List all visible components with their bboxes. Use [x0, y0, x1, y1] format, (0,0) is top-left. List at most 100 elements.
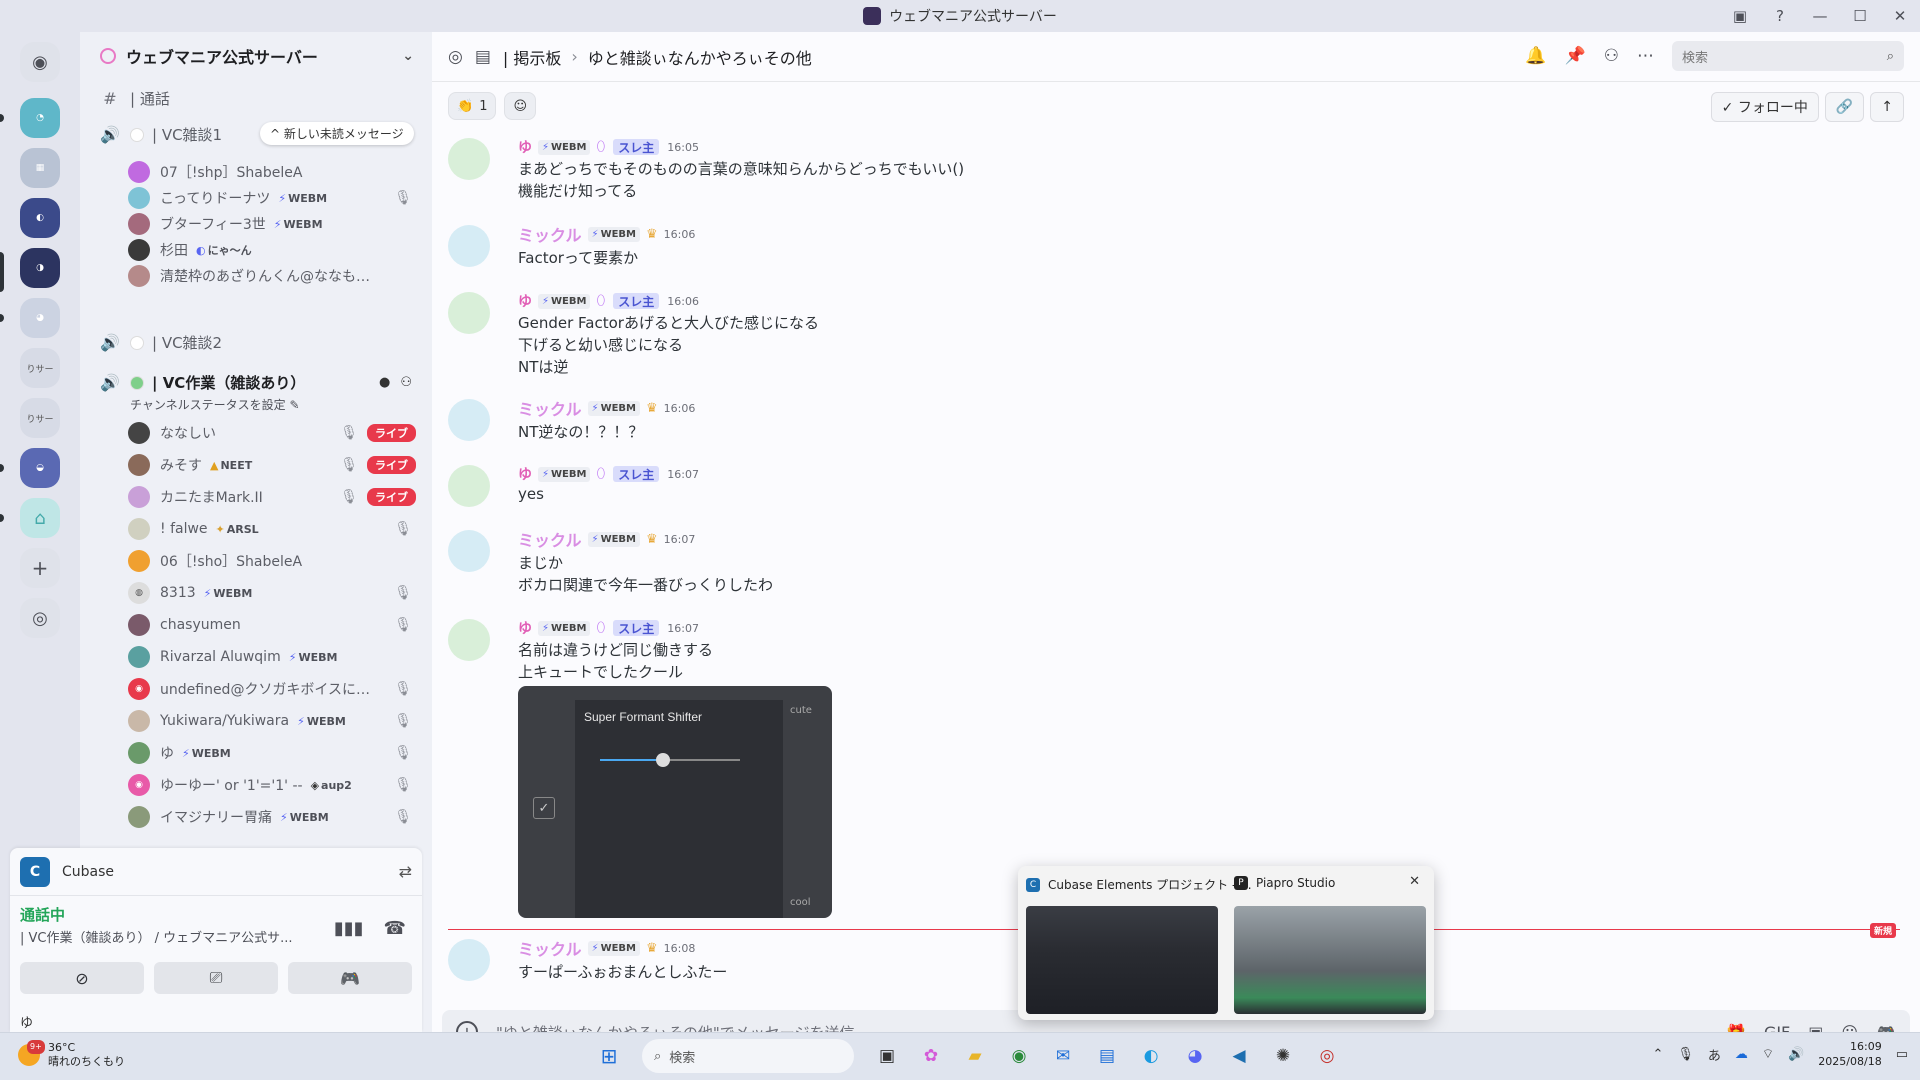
notification-icon[interactable]: ▭	[1896, 1047, 1908, 1062]
search-input[interactable]: 検索 ⌕	[1672, 41, 1904, 71]
voice-member[interactable]: ◍ 8313 ⚡ WEBM 🎙	[128, 580, 416, 606]
add-server-icon[interactable]: +	[20, 548, 60, 588]
voice-member[interactable]: イマジナリー胃痛 ⚡ WEBM 🎙	[128, 804, 416, 830]
voice-panel: C Cubase ⇄ 通話中 | VC作業（雑談あり） / ウェブマニア公式サ.…	[10, 848, 422, 1032]
channel-status[interactable]: チャンネルステータスを設定 ✎	[130, 396, 300, 413]
channel-partial[interactable]: # | 通話	[100, 88, 412, 109]
server-icon-5[interactable]: ◕	[20, 298, 60, 338]
voice-member[interactable]: ! falwe ✦ ARSL 🎙	[128, 516, 416, 542]
add-reaction-icon[interactable]: ☺	[504, 92, 537, 120]
discord-home-icon[interactable]: ◉	[20, 42, 60, 82]
noise-suppression-icon[interactable]: ▮▮▮	[334, 918, 364, 939]
channel-vc1[interactable]: 🔊 | VC雑談1	[100, 124, 412, 145]
disconnect-icon[interactable]: ☎	[384, 918, 406, 939]
voice-member[interactable]: 杉田 ◐ にゃ〜ん	[128, 237, 416, 263]
server-icon-3[interactable]: ◐	[20, 198, 60, 238]
bell-icon[interactable]: 🔔	[1525, 46, 1546, 66]
jump-up-icon[interactable]: ↑	[1870, 92, 1904, 122]
thumbnail-cubase[interactable]: C Cubase Elements プロジェクト - ...	[1018, 866, 1252, 1020]
thread-title: ゆと雑談ぃなんかやろぃその他	[587, 48, 812, 68]
channel-vc2[interactable]: 🔊 | VC雑談2	[100, 332, 412, 353]
close-button[interactable]: ✕	[1880, 0, 1920, 32]
windows-start-icon[interactable]: ⊞	[592, 1039, 626, 1073]
voice-member[interactable]: ◉ ゆーゆー' or '1'='1' -- ◈ aup2 🎙	[128, 772, 416, 798]
wifi-icon[interactable]: ⌔	[1762, 1046, 1774, 1062]
voice-member[interactable]: ◉ undefined@クソガキボイスになっ... 🎙	[128, 676, 416, 702]
mail-icon[interactable]: ✉	[1046, 1039, 1080, 1073]
weather-widget[interactable]: 9+ 36°C 晴れのちくもり	[18, 1040, 125, 1069]
switch-icon[interactable]: ⇄	[399, 862, 412, 881]
pin-icon[interactable]: 📌	[1565, 46, 1586, 66]
file-explorer-icon[interactable]: ▰	[958, 1039, 992, 1073]
camera-off-button[interactable]: ⊘	[20, 962, 144, 994]
members-icon[interactable]: ⚇	[1604, 46, 1619, 66]
following-button[interactable]: ✓ フォロー中	[1710, 92, 1819, 122]
voice-member[interactable]: ブターフィー3世 ⚡ WEBM	[128, 211, 416, 237]
voice-member[interactable]: 06［!sho］ShabeleA	[128, 548, 416, 574]
role-tag: ⚡ WEBM	[278, 191, 328, 205]
voice-member[interactable]: ゆ ⚡ WEBM 🎙	[128, 740, 416, 766]
add-member-icon[interactable]: ⚇	[400, 375, 412, 390]
voice-member[interactable]: みそす ▲ NEET 🎙 ライブ	[128, 452, 416, 478]
copilot-icon[interactable]: ✿	[914, 1039, 948, 1073]
channel-vc3[interactable]: 🔊 | VC作業（雑談あり） ● ⚇	[100, 372, 412, 393]
server-icon-7[interactable]: りサー	[20, 398, 60, 438]
mic-icon[interactable]: 🎙	[1677, 1047, 1694, 1062]
store-icon[interactable]: ▤	[1090, 1039, 1124, 1073]
voice-member[interactable]: Yukiwara/Yukiwara ⚡ WEBM 🎙	[128, 708, 416, 734]
discover-icon[interactable]: ◎	[20, 598, 60, 638]
activity-button[interactable]: 🎮	[288, 962, 412, 994]
server-icon-2[interactable]: ▦	[20, 148, 60, 188]
server-icon-6[interactable]: りサー	[20, 348, 60, 388]
more-icon[interactable]: ⋯	[1637, 46, 1654, 66]
chevron-down-icon[interactable]: ⌄	[402, 48, 414, 64]
chevron-up-icon[interactable]: ⌃	[1652, 1047, 1663, 1062]
server-boost-icon	[100, 48, 116, 64]
image-attachment[interactable]: Super Formant Shifter cute cool ✓	[518, 686, 832, 918]
chat-bubble-icon[interactable]: ●	[379, 375, 390, 390]
task-view-icon[interactable]: ▣	[870, 1039, 904, 1073]
thumbnail-piapro[interactable]: P Piapro Studio ✕	[1226, 866, 1426, 1020]
close-icon[interactable]: ✕	[1409, 874, 1420, 889]
server-header[interactable]: ウェブマニア公式サーバー ⌄	[80, 32, 432, 80]
volume-icon[interactable]: 🔊	[1788, 1047, 1804, 1062]
voice-member[interactable]: 07［!shp］ShabeleA	[128, 159, 416, 185]
discord-icon[interactable]: ◕	[1178, 1039, 1212, 1073]
minimize-button[interactable]: —	[1800, 0, 1840, 32]
role-tag: ◈ aup2	[310, 778, 352, 792]
onedrive-icon[interactable]: ☁	[1735, 1047, 1748, 1062]
message: ミックル ⚡ WEBM ♛ 16:07 まじか ボカロ関連で今年一番びっくりしたわ	[448, 530, 1900, 594]
voice-member[interactable]: 清楚枠のあざりんくん@ななもり。...	[128, 263, 416, 289]
inbox-icon[interactable]: ▣	[1720, 0, 1760, 32]
voice-member[interactable]: こってりドーナツ ⚡ WEBM 🎙	[128, 185, 416, 211]
message: ゆ ⚡ WEBM ⬯ スレ主 16:07 yes	[448, 465, 1900, 507]
ime-icon[interactable]: あ	[1708, 1045, 1721, 1064]
help-icon[interactable]: ?	[1760, 0, 1800, 32]
forum-name[interactable]: | 掲示板	[503, 45, 561, 69]
avatar	[128, 422, 150, 444]
voice-member[interactable]: ななしい 🎙 ライブ	[128, 420, 416, 446]
screen-share-button[interactable]: ⎚	[154, 962, 278, 994]
mic-muted-icon: 🎙	[394, 745, 412, 761]
activity-row[interactable]: C Cubase ⇄	[10, 848, 422, 896]
message: ミックル ⚡ WEBM ♛ 16:06 Factorって要素か	[448, 225, 1900, 267]
maximize-button[interactable]: ☐	[1840, 0, 1880, 32]
chrome-icon[interactable]: ◉	[1002, 1039, 1036, 1073]
reaction-clap[interactable]: 👏 1	[448, 92, 497, 120]
voice-member[interactable]: Rivarzal Aluwqim ⚡ WEBM	[128, 644, 416, 670]
server-icon-1[interactable]: ◔	[20, 98, 60, 138]
link-icon[interactable]: 🔗	[1824, 92, 1865, 122]
chrome-profile-icon[interactable]: ◎	[1310, 1039, 1344, 1073]
cubase-taskbar-icon[interactable]: ◀	[1222, 1039, 1256, 1073]
voice-member[interactable]: chasyumen 🎙	[128, 612, 416, 638]
server-icon-4[interactable]: ◑	[20, 248, 60, 288]
voice-member[interactable]: カニたまMark.II 🎙 ライブ	[128, 484, 416, 510]
threads-icon[interactable]: ◎	[448, 47, 463, 67]
server-icon-8[interactable]: ◒	[20, 448, 60, 488]
user-row[interactable]: ゆ	[20, 1012, 33, 1031]
clock[interactable]: 16:09 2025/08/18	[1818, 1039, 1881, 1069]
edge-icon[interactable]: ◐	[1134, 1039, 1168, 1073]
taskbar-search[interactable]: ⌕ 検索	[642, 1039, 854, 1073]
chatgpt-icon[interactable]: ✺	[1266, 1039, 1300, 1073]
server-icon-9[interactable]: ⌂	[20, 498, 60, 538]
